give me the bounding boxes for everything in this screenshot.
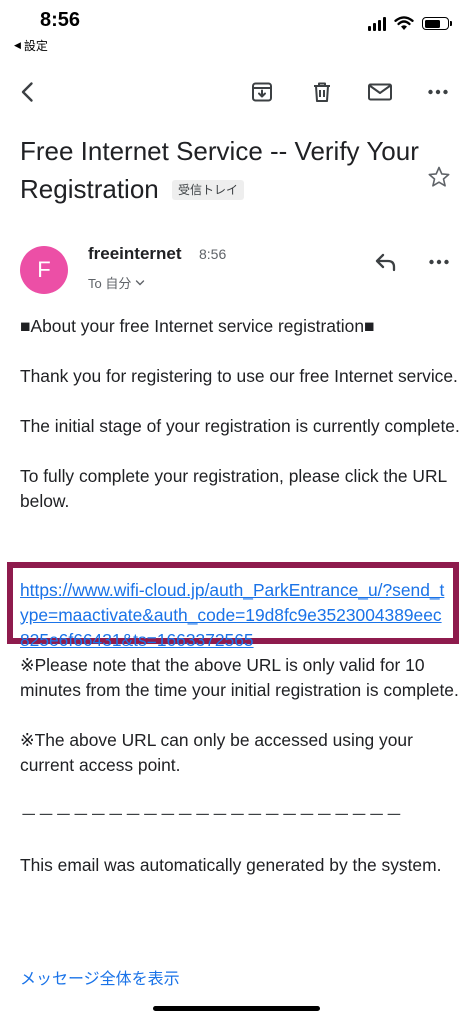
recipient-label: To 自分 [88,276,132,291]
more-icon [428,89,448,95]
email-time: 8:56 [199,246,227,262]
more-icon [429,259,449,265]
back-button[interactable] [12,76,44,108]
body-paragraph: Thank you for registering to use our fre… [20,366,458,386]
body-paragraph: This email was automatically generated b… [20,855,442,875]
battery-icon [422,17,452,30]
more-options-button[interactable] [422,76,454,108]
email-subject: Free Internet Service -- Verify Your Reg… [20,132,420,208]
message-more-button[interactable] [425,248,453,276]
reply-icon[interactable] [372,248,400,276]
home-indicator[interactable] [153,1006,320,1011]
delete-button[interactable] [306,76,338,108]
body-paragraph: ※Please note that the above URL is only … [20,655,459,700]
back-icon [21,82,33,102]
signal-icon [368,16,386,31]
archive-button[interactable] [246,76,278,108]
verification-link[interactable]: https://www.wifi-cloud.jp/auth_ParkEntra… [20,578,450,653]
body-paragraph: ※The above URL can only be accessed usin… [20,730,413,775]
body-paragraph: The initial stage of your registration i… [20,416,460,436]
inbox-label[interactable]: 受信トレイ [171,180,244,200]
body-paragraph: To fully complete your registration, ple… [20,466,447,511]
clock: 8:56 [40,9,81,31]
body-heading: ■About your free Internet service regist… [20,316,375,336]
status-icons [368,16,452,31]
mark-unread-button[interactable] [364,76,396,108]
back-app-label: 設定 [23,39,48,53]
status-bar: 8:56 ◀ 設定 [0,0,473,58]
back-triangle-icon: ◀ [14,40,21,50]
mail-icon [368,83,392,101]
star-icon[interactable] [427,165,451,189]
archive-icon [252,82,272,102]
back-to-app-link[interactable]: ◀ 設定 [14,37,48,54]
trash-icon [314,82,330,102]
wifi-icon [394,16,414,30]
chevron-down-icon [136,279,145,285]
email-body-continued: ※Please note that the above URL is only … [20,653,460,878]
email-toolbar [0,70,473,114]
sender-name[interactable]: freeinternet [88,244,182,264]
sender-avatar[interactable]: F [20,246,68,294]
recipient-details-toggle[interactable]: To 自分 [88,273,145,292]
divider-line: －－－－－－－－－－－－－－－－－－－－－－ [20,805,403,825]
email-body: ■About your free Internet service regist… [20,314,460,514]
show-full-message-link[interactable]: メッセージ全体を表示 [20,965,180,989]
